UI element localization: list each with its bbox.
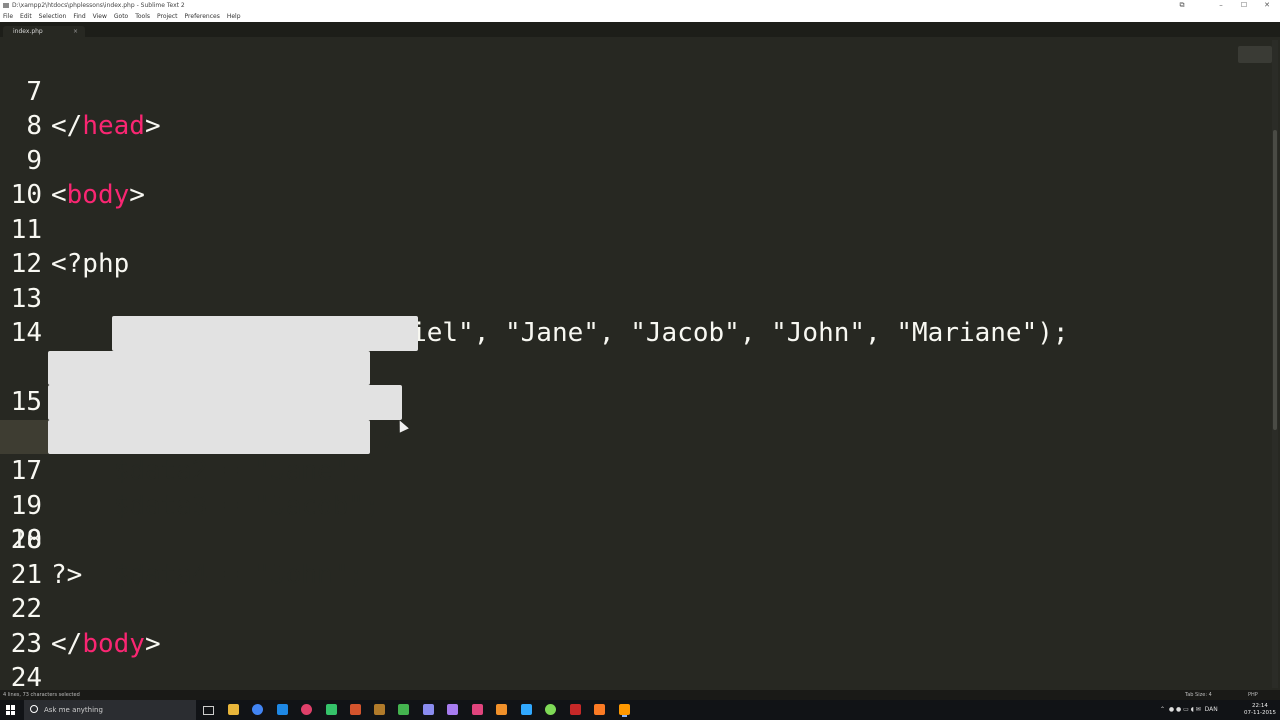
current-line-highlight <box>0 419 48 454</box>
status-bar: 4 lines, 73 characters selected Tab Size… <box>0 690 1280 700</box>
minimize-button[interactable]: – <box>1210 0 1232 11</box>
clock-date: 07-11-2015 <box>1244 710 1276 716</box>
code-line: 8 <box>0 75 1270 141</box>
tab-size-indicator[interactable]: Tab Size: 4 <box>1185 690 1212 700</box>
selection-status: 4 lines, 73 characters selected <box>3 692 80 698</box>
menu-project[interactable]: Project <box>157 11 178 22</box>
menu-selection[interactable]: Selection <box>39 11 67 22</box>
close-button[interactable]: ✕ <box>1256 0 1278 11</box>
code-line: 24 </html> <box>0 627 1270 688</box>
selection-highlight <box>48 350 370 385</box>
tab-label: index.php <box>13 28 43 35</box>
code-line: 21 <box>0 523 1270 590</box>
system-tray: ⌃ ● ● ▭ ◖ ✉ DAN <box>1160 700 1218 720</box>
selection-highlight <box>48 385 402 420</box>
edge-icon[interactable] <box>277 704 288 715</box>
restore-icon[interactable]: ⧉ <box>1171 0 1193 11</box>
app-icon <box>3 3 9 8</box>
code-line: 12 <box>0 213 1270 279</box>
search-placeholder: Ask me anything <box>44 706 103 714</box>
code-line-selected: 18 $data4 = "John"; <box>0 419 1270 590</box>
dreamweaver-icon[interactable] <box>326 704 337 715</box>
menu-edit[interactable]: Edit <box>20 11 32 22</box>
title-bar: D:\xampp2\htdocs\phplessons\index.php - … <box>0 0 1280 11</box>
code-editor[interactable]: 7 </head> 8 9 <body> 10 11 <?php 12 13 $… <box>0 40 1270 688</box>
menu-find[interactable]: Find <box>73 11 85 22</box>
menu-tools[interactable]: Tools <box>135 11 150 22</box>
maximize-button[interactable]: ☐ <box>1233 0 1255 11</box>
minimap-viewport[interactable] <box>1238 46 1272 63</box>
selection-highlight <box>48 419 370 454</box>
sublime-text-icon[interactable] <box>619 704 630 715</box>
menu-view[interactable]: View <box>93 11 107 22</box>
taskbar-clock[interactable]: 22:14 07-11-2015 <box>1244 703 1276 717</box>
menu-goto[interactable]: Goto <box>114 11 128 22</box>
code-line: 14 <box>0 282 1270 348</box>
window-title: D:\xampp2\htdocs\phplessons\index.php - … <box>12 2 185 9</box>
code-line-selected: 16 $data2 = "Jane"; <box>0 350 1270 486</box>
chrome-icon[interactable] <box>252 704 263 715</box>
taskbar: Ask me anything ⌃ ● ● ▭ ◖ ✉ DAN 22:14 07… <box>0 700 1280 720</box>
tab-index-php[interactable]: index.php × <box>3 26 85 37</box>
code-line: 10 <box>0 144 1270 210</box>
code-line: 11 <?php <box>0 178 1270 280</box>
app-red-icon[interactable] <box>301 704 312 715</box>
app-green-icon[interactable] <box>545 704 556 715</box>
code-line-selected: 17 $data3 = "Jacob"; <box>0 385 1270 521</box>
tab-strip: index.php × <box>0 22 1280 37</box>
code-line: 23 <box>0 592 1270 659</box>
indesign-icon[interactable] <box>472 704 483 715</box>
scrollbar-thumb[interactable] <box>1273 130 1277 430</box>
menu-help[interactable]: Help <box>227 11 241 22</box>
code-line: 13 $array = array("Daniel", "Jane", "Jac… <box>0 247 1270 349</box>
tab-close-icon[interactable]: × <box>73 26 78 37</box>
filezilla-icon[interactable] <box>570 704 581 715</box>
bridge-icon[interactable] <box>374 704 385 715</box>
language-indicator[interactable]: DAN <box>1205 706 1218 713</box>
selection-highlight <box>112 316 418 351</box>
windows-start-icon[interactable] <box>6 705 16 715</box>
photoshop-icon[interactable] <box>521 704 532 715</box>
media-encoder-icon[interactable] <box>423 704 434 715</box>
premiere-icon[interactable] <box>447 704 458 715</box>
task-view-icon[interactable] <box>203 706 214 715</box>
tray-icons[interactable]: ● ● ▭ ◖ ✉ <box>1167 706 1203 713</box>
code-line: 9 <body> <box>0 109 1270 211</box>
syntax-indicator[interactable]: PHP <box>1248 690 1258 700</box>
code-line: 7 </head> <box>0 40 1270 142</box>
code-line: 20 ?> <box>0 489 1270 590</box>
code-line-selected: 15 $data1 = "Daniel"; <box>0 316 1270 452</box>
cortana-icon <box>30 705 38 713</box>
cortana-search-box[interactable]: Ask me anything <box>24 700 196 720</box>
line-number: 24 <box>10 663 42 688</box>
code-line: 22 </body> <box>0 558 1270 659</box>
xampp-icon[interactable] <box>594 704 605 715</box>
fireworks-icon[interactable] <box>350 704 361 715</box>
menu-bar: File Edit Selection Find View Goto Tools… <box>0 11 1280 22</box>
tray-expand-icon[interactable]: ⌃ <box>1160 706 1165 713</box>
file-explorer-icon[interactable] <box>228 704 239 715</box>
dreamweaver2-icon[interactable] <box>398 704 409 715</box>
clock-time: 22:14 <box>1252 703 1268 709</box>
code-line: 19 <box>0 454 1270 521</box>
menu-file[interactable]: File <box>3 11 13 22</box>
menu-preferences[interactable]: Preferences <box>185 11 220 22</box>
illustrator-icon[interactable] <box>496 704 507 715</box>
